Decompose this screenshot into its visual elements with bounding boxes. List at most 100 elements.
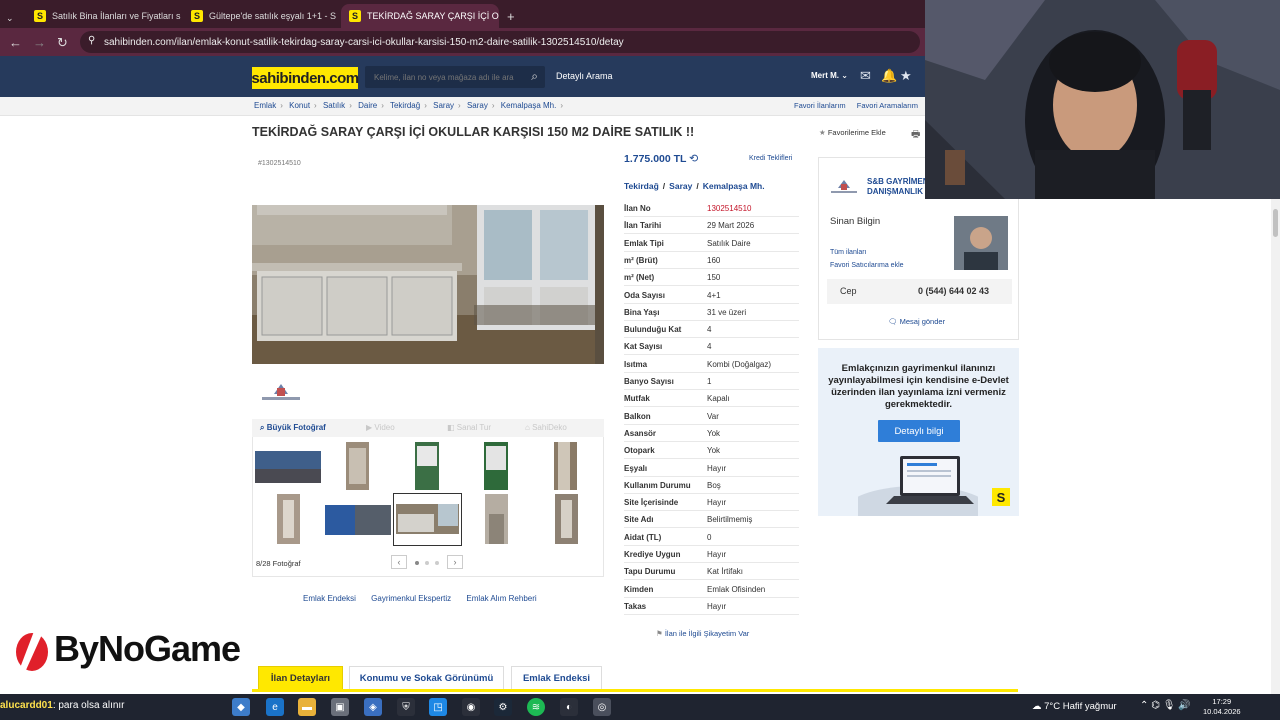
page-dot[interactable]: [425, 561, 429, 565]
volume-icon[interactable]: 🔊: [1178, 700, 1190, 711]
system-tray[interactable]: ⌃ ⌬ 🎙 🔊: [1140, 700, 1191, 711]
favorite-searches-link[interactable]: Favori Aramalarım: [857, 101, 918, 110]
detail-row: Banyo Sayısı 1: [624, 373, 799, 390]
detail-key: m² (Brüt): [624, 255, 658, 265]
large-photo-button[interactable]: ⌕ Büyük Fotoğraf: [260, 423, 326, 433]
back-arrow-icon[interactable]: ←: [9, 35, 22, 50]
phone-number[interactable]: 0 (544) 644 02 43: [918, 286, 989, 296]
search-icon[interactable]: ⌕: [531, 69, 538, 84]
tab-listing-details[interactable]: İlan Detayları: [258, 666, 343, 690]
agency-name[interactable]: S&B GAYRİMEN DANIŞMANLIK: [867, 177, 929, 197]
price-history-icon[interactable]: ⟲: [689, 152, 698, 165]
detail-value: Var: [707, 411, 719, 421]
thumbnail[interactable]: [415, 442, 439, 490]
detail-value: 4: [707, 342, 712, 352]
all-listings-link[interactable]: Tüm ilanları: [830, 249, 867, 256]
network-icon[interactable]: ⌬: [1151, 700, 1160, 711]
location-city[interactable]: Tekirdağ: [624, 181, 659, 191]
location-neighborhood[interactable]: Kemalpaşa Mh.: [703, 181, 765, 191]
thumbnail[interactable]: [255, 451, 321, 483]
ad-details-button[interactable]: Detaylı bilgi: [878, 420, 960, 442]
app-icon[interactable]: ◳: [429, 698, 447, 716]
real-estate-index-link[interactable]: Emlak Endeksi: [303, 594, 356, 603]
location-district[interactable]: Saray: [669, 181, 692, 191]
site-info-icon[interactable]: ⚲: [88, 35, 95, 46]
spotify-icon[interactable]: ≋: [527, 698, 545, 716]
steam-icon[interactable]: ⚙: [494, 698, 512, 716]
chrome-icon[interactable]: ◎: [593, 698, 611, 716]
appraisal-link[interactable]: Gayrimenkul Ekspertiz: [371, 594, 451, 603]
app-icon[interactable]: ▣: [331, 698, 349, 716]
browser-tab-3[interactable]: S TEKİRDAĞ SARAY ÇARŞI İÇİ OK ✕: [341, 4, 499, 28]
breadcrumb-item[interactable]: Satılık: [323, 101, 345, 110]
main-photo[interactable]: [252, 205, 604, 364]
breadcrumb: Emlak › Konut › Satılık › Daire › Tekirdağ › …: [254, 101, 564, 110]
breadcrumb-item[interactable]: Emlak: [254, 101, 276, 110]
weather-widget[interactable]: ☁ 7°C Hafif yağmur: [1032, 701, 1117, 712]
breadcrumb-item[interactable]: Konut: [289, 101, 310, 110]
next-photo-button[interactable]: ›: [447, 555, 463, 569]
star-icon[interactable]: ★: [900, 68, 912, 84]
reload-icon[interactable]: ↻: [57, 35, 68, 51]
mail-icon[interactable]: ✉: [860, 68, 871, 84]
add-favorite-seller-link[interactable]: Favori Satıcılarıma ekle: [830, 262, 904, 269]
site-logo[interactable]: sahibinden.com: [251, 67, 359, 89]
page-dot[interactable]: [435, 561, 439, 565]
thumbnail[interactable]: [346, 442, 369, 490]
microphone-icon[interactable]: 🎙: [1163, 700, 1176, 711]
scrollbar-thumb[interactable]: [1273, 209, 1278, 237]
buying-guide-link[interactable]: Emlak Alım Rehberi: [466, 594, 536, 603]
tab-location[interactable]: Konumu ve Sokak Görünümü: [349, 666, 504, 690]
send-message-button[interactable]: 🗨 Mesaj gönder: [888, 317, 945, 326]
breadcrumb-item[interactable]: Saray: [467, 101, 488, 110]
folder-icon[interactable]: ▬: [298, 698, 316, 716]
user-menu[interactable]: Mert M. ⌄: [811, 71, 848, 80]
clock[interactable]: 17:29 10.04.2026: [1203, 697, 1241, 717]
detail-key: Balkon: [624, 411, 651, 421]
edge-icon[interactable]: e: [266, 698, 284, 716]
bell-icon[interactable]: 🔔: [881, 68, 897, 84]
prev-photo-button[interactable]: ‹: [391, 555, 407, 569]
thumbnail[interactable]: [485, 494, 508, 544]
print-icon[interactable]: 🖶: [911, 127, 920, 144]
sahideko-button[interactable]: ⌂ SahiDeko: [525, 423, 567, 432]
complaint-link[interactable]: ⚑ İlan ile İlgili Şikayetim Var: [656, 629, 749, 638]
thumbnail[interactable]: [484, 442, 508, 490]
thumbnail[interactable]: [555, 494, 578, 544]
app-icon[interactable]: ◈: [364, 698, 382, 716]
browser-tab-1[interactable]: S Satılık Bina İlanları ve Fiyatları s ✕: [26, 4, 181, 28]
thumbnail-selected[interactable]: [393, 493, 462, 546]
edevlet-ad-banner[interactable]: Emlakçınızın gayrimenkul ilanınızı yayın…: [818, 348, 1019, 516]
favorite-listings-link[interactable]: Favori İlanlarım: [794, 101, 846, 110]
video-button[interactable]: ▶ Video: [366, 423, 395, 432]
tab-real-estate-index[interactable]: Emlak Endeksi: [511, 666, 602, 690]
search-input[interactable]: [374, 72, 524, 82]
breadcrumb-item[interactable]: Daire: [358, 101, 377, 110]
breadcrumb-item[interactable]: Tekirdağ: [390, 101, 420, 110]
search-box[interactable]: ⌕: [365, 66, 545, 88]
virtual-tour-button[interactable]: ◧ Sanal Tur: [447, 423, 491, 432]
credit-offers-link[interactable]: Kredi Teklifleri: [749, 155, 792, 162]
breadcrumb-item[interactable]: Saray: [433, 101, 454, 110]
listing-id: #1302514510: [258, 160, 301, 167]
thumbnail[interactable]: [277, 494, 300, 544]
forward-arrow-icon[interactable]: →: [33, 35, 46, 50]
browser-tab-2[interactable]: S Gültepe'de satılık eşyalı 1+1 - S ✕: [183, 4, 338, 28]
favorite-links: Favori İlanlarım Favori Aramalarım: [794, 101, 927, 110]
page-scrollbar[interactable]: [1271, 199, 1280, 694]
url-field[interactable]: ⚲ sahibinden.com/ilan/emlak-konut-satili…: [80, 31, 920, 53]
add-favorite-button[interactable]: ★ Favorilerime Ekle: [819, 128, 886, 137]
tab-list-button[interactable]: ⌄: [0, 6, 24, 30]
detailed-search-link[interactable]: Detaylı Arama: [556, 71, 613, 81]
chevron-right-icon: ›: [453, 557, 457, 567]
new-tab-button[interactable]: +: [503, 4, 523, 28]
shield-icon[interactable]: ⛨: [397, 698, 415, 716]
page-dot[interactable]: [415, 561, 419, 565]
app-icon[interactable]: ◐: [560, 698, 578, 716]
obs-icon[interactable]: ◉: [462, 698, 480, 716]
chevron-up-icon[interactable]: ⌃: [1140, 700, 1148, 711]
thumbnail[interactable]: [554, 442, 577, 490]
app-icon[interactable]: ◆: [232, 698, 250, 716]
thumbnail[interactable]: [325, 505, 391, 535]
breadcrumb-item[interactable]: Kemalpaşa Mh.: [501, 101, 557, 110]
